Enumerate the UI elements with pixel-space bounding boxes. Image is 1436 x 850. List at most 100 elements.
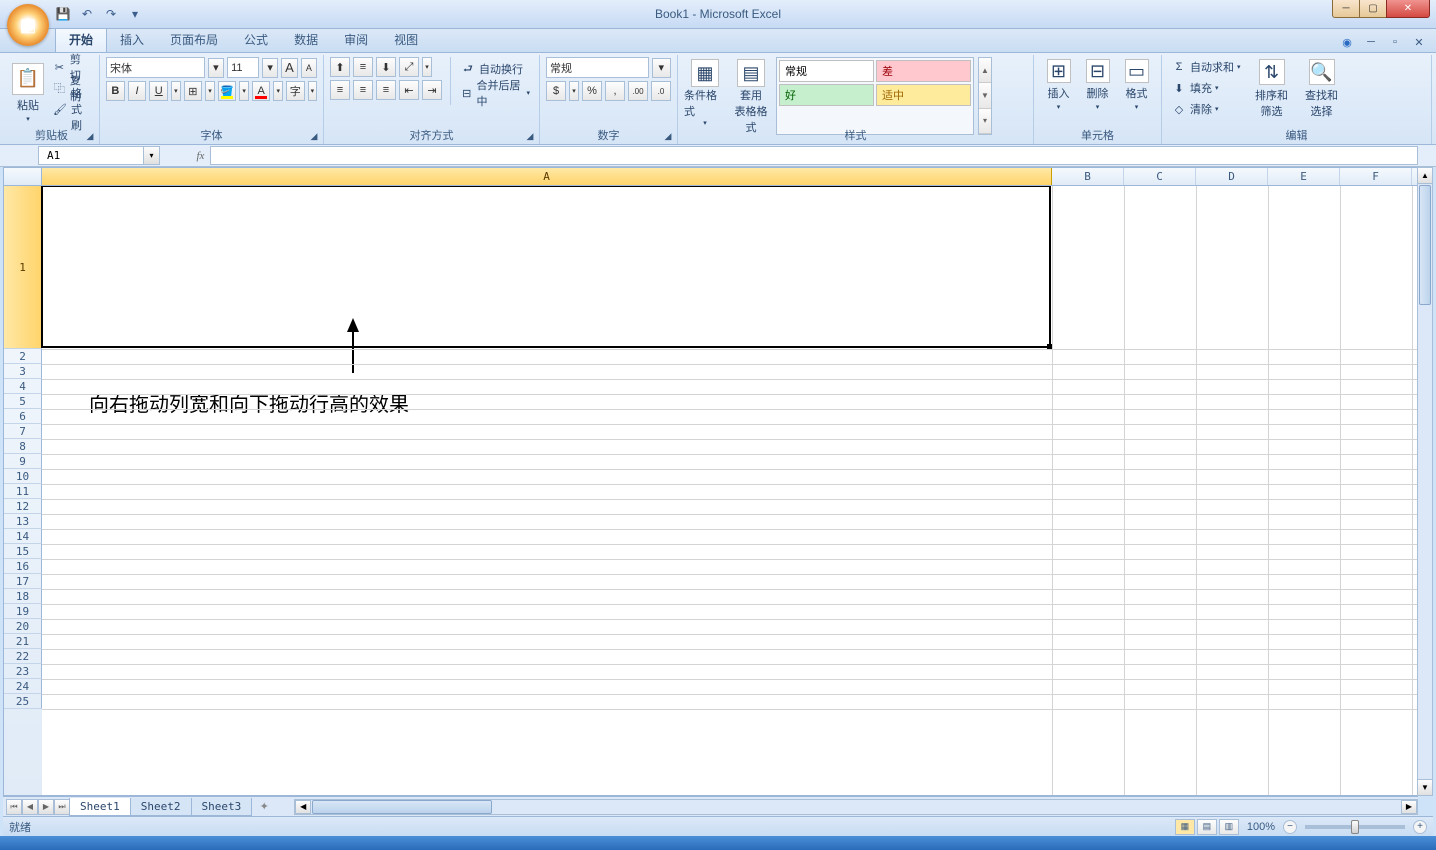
fx-icon[interactable]: fx	[196, 150, 204, 162]
tab-page-layout[interactable]: 页面布局	[157, 27, 231, 52]
row-header-4[interactable]: 4	[4, 379, 42, 394]
row-header-23[interactable]: 23	[4, 664, 42, 679]
cell-styles-gallery[interactable]: 常规 差 好 适中	[776, 57, 974, 135]
autosum-button[interactable]: Σ自动求和▾	[1168, 57, 1244, 77]
size-dropdown-icon[interactable]: ▾	[262, 58, 278, 78]
row-header-3[interactable]: 3	[4, 364, 42, 379]
bold-button[interactable]: B	[106, 81, 125, 101]
scroll-left-icon[interactable]: ◀	[295, 800, 311, 814]
column-header-D[interactable]: D	[1196, 168, 1268, 185]
column-header-A[interactable]: A	[42, 168, 1052, 185]
row-header-19[interactable]: 19	[4, 604, 42, 619]
fontcolor-dropdown-icon[interactable]: ▾	[273, 81, 282, 101]
mdi-restore-icon[interactable]: ▫	[1388, 35, 1402, 49]
scroll-up-icon[interactable]: ▲	[1418, 168, 1432, 184]
sheet-tab-2[interactable]: Sheet2	[130, 798, 192, 816]
insert-cells-button[interactable]: ⊞插入▾	[1040, 57, 1077, 113]
row-header-12[interactable]: 12	[4, 499, 42, 514]
format-painter-button[interactable]: 🖌格式刷	[49, 99, 93, 119]
find-select-button[interactable]: 🔍查找和 选择	[1300, 57, 1344, 121]
redo-icon[interactable]: ↷	[103, 6, 119, 22]
row-header-16[interactable]: 16	[4, 559, 42, 574]
increase-decimal-button[interactable]: .00	[628, 81, 648, 101]
border-button[interactable]: ⊞	[184, 81, 203, 101]
page-layout-view-button[interactable]: ▤	[1197, 819, 1217, 835]
number-launcher-icon[interactable]: ◢	[662, 130, 674, 142]
row-header-8[interactable]: 8	[4, 439, 42, 454]
page-break-view-button[interactable]: ▥	[1219, 819, 1239, 835]
fill-dropdown-icon[interactable]: ▾	[239, 81, 248, 101]
align-launcher-icon[interactable]: ◢	[524, 130, 536, 142]
scroll-up-icon[interactable]: ▲	[979, 58, 991, 83]
vertical-scrollbar[interactable]: ▲ ▼	[1417, 167, 1433, 796]
row-header-18[interactable]: 18	[4, 589, 42, 604]
font-size-combo[interactable]: 11	[227, 57, 259, 78]
help-icon[interactable]: ◉	[1340, 35, 1354, 49]
phonetic-button[interactable]: 字	[286, 81, 305, 101]
font-dropdown-icon[interactable]: ▾	[208, 58, 224, 78]
row-header-24[interactable]: 24	[4, 679, 42, 694]
font-color-button[interactable]: A	[252, 81, 271, 101]
formula-input[interactable]	[210, 146, 1418, 165]
row-header-14[interactable]: 14	[4, 529, 42, 544]
sheet-tab-1[interactable]: Sheet1	[69, 798, 131, 816]
phonetic-dropdown-icon[interactable]: ▾	[308, 81, 317, 101]
tab-insert[interactable]: 插入	[107, 27, 157, 52]
column-header-F[interactable]: F	[1340, 168, 1412, 185]
zoom-out-button[interactable]: −	[1283, 820, 1297, 834]
sheet-nav-prev-icon[interactable]: ◀	[22, 799, 38, 815]
new-sheet-icon[interactable]: ✦	[254, 799, 274, 815]
row-header-6[interactable]: 6	[4, 409, 42, 424]
comma-button[interactable]: ,	[605, 81, 625, 101]
number-format-combo[interactable]: 常规	[546, 57, 649, 78]
number-dropdown-icon[interactable]: ▾	[652, 58, 671, 78]
tab-review[interactable]: 审阅	[331, 27, 381, 52]
zoom-thumb[interactable]	[1351, 820, 1359, 834]
scroll-right-icon[interactable]: ▶	[1401, 800, 1417, 814]
sheet-nav-next-icon[interactable]: ▶	[38, 799, 54, 815]
zoom-level[interactable]: 100%	[1247, 821, 1275, 833]
normal-view-button[interactable]: ▦	[1175, 819, 1195, 835]
increase-indent-button[interactable]: ⇥	[422, 80, 442, 100]
conditional-format-button[interactable]: ▦条件格式▾	[684, 57, 726, 135]
percent-button[interactable]: %	[582, 81, 602, 101]
sheet-nav-first-icon[interactable]: ⏮	[6, 799, 22, 815]
hscroll-thumb[interactable]	[312, 800, 492, 814]
font-launcher-icon[interactable]: ◢	[308, 130, 320, 142]
style-normal[interactable]: 常规	[779, 60, 874, 82]
row-header-25[interactable]: 25	[4, 694, 42, 709]
decrease-decimal-button[interactable]: .0	[651, 81, 671, 101]
decrease-indent-button[interactable]: ⇤	[399, 80, 419, 100]
tab-home[interactable]: 开始	[55, 26, 107, 52]
qat-customize-icon[interactable]: ▾	[127, 6, 143, 22]
ribbon-minimize-icon[interactable]: ─	[1364, 35, 1378, 49]
align-top-button[interactable]: ⬆	[330, 57, 350, 77]
row-header-21[interactable]: 21	[4, 634, 42, 649]
column-header-E[interactable]: E	[1268, 168, 1340, 185]
paste-button[interactable]: 📋 粘贴▾	[10, 57, 46, 128]
tab-view[interactable]: 视图	[381, 27, 431, 52]
row-header-10[interactable]: 10	[4, 469, 42, 484]
align-left-button[interactable]: ≡	[330, 80, 350, 100]
fill-button[interactable]: ⬇填充▾	[1168, 78, 1244, 98]
fill-color-button[interactable]: 🪣	[218, 81, 237, 101]
align-bottom-button[interactable]: ⬇	[376, 57, 396, 77]
scroll-down-icon[interactable]: ▼	[1418, 779, 1432, 795]
sort-filter-button[interactable]: ⇅排序和 筛选	[1250, 57, 1294, 121]
scroll-down-icon[interactable]: ▼	[979, 83, 991, 108]
style-bad[interactable]: 差	[876, 60, 971, 82]
sheet-tab-3[interactable]: Sheet3	[191, 798, 253, 816]
format-cells-button[interactable]: ▭格式▾	[1118, 57, 1155, 113]
row-header-2[interactable]: 2	[4, 349, 42, 364]
horizontal-scrollbar[interactable]: ◀ ▶	[294, 799, 1418, 815]
zoom-slider[interactable]	[1305, 825, 1405, 829]
align-center-button[interactable]: ≡	[353, 80, 373, 100]
format-table-button[interactable]: ▤套用 表格格式	[730, 57, 772, 135]
save-icon[interactable]: 💾	[55, 6, 71, 22]
tab-data[interactable]: 数据	[281, 27, 331, 52]
merge-center-button[interactable]: ⊟合并后居中▾	[457, 81, 533, 105]
mdi-close-icon[interactable]: ✕	[1412, 35, 1426, 49]
accounting-dropdown-icon[interactable]: ▾	[569, 81, 579, 101]
grow-font-button[interactable]: A	[281, 58, 297, 78]
sheet-nav-last-icon[interactable]: ⏭	[54, 799, 70, 815]
